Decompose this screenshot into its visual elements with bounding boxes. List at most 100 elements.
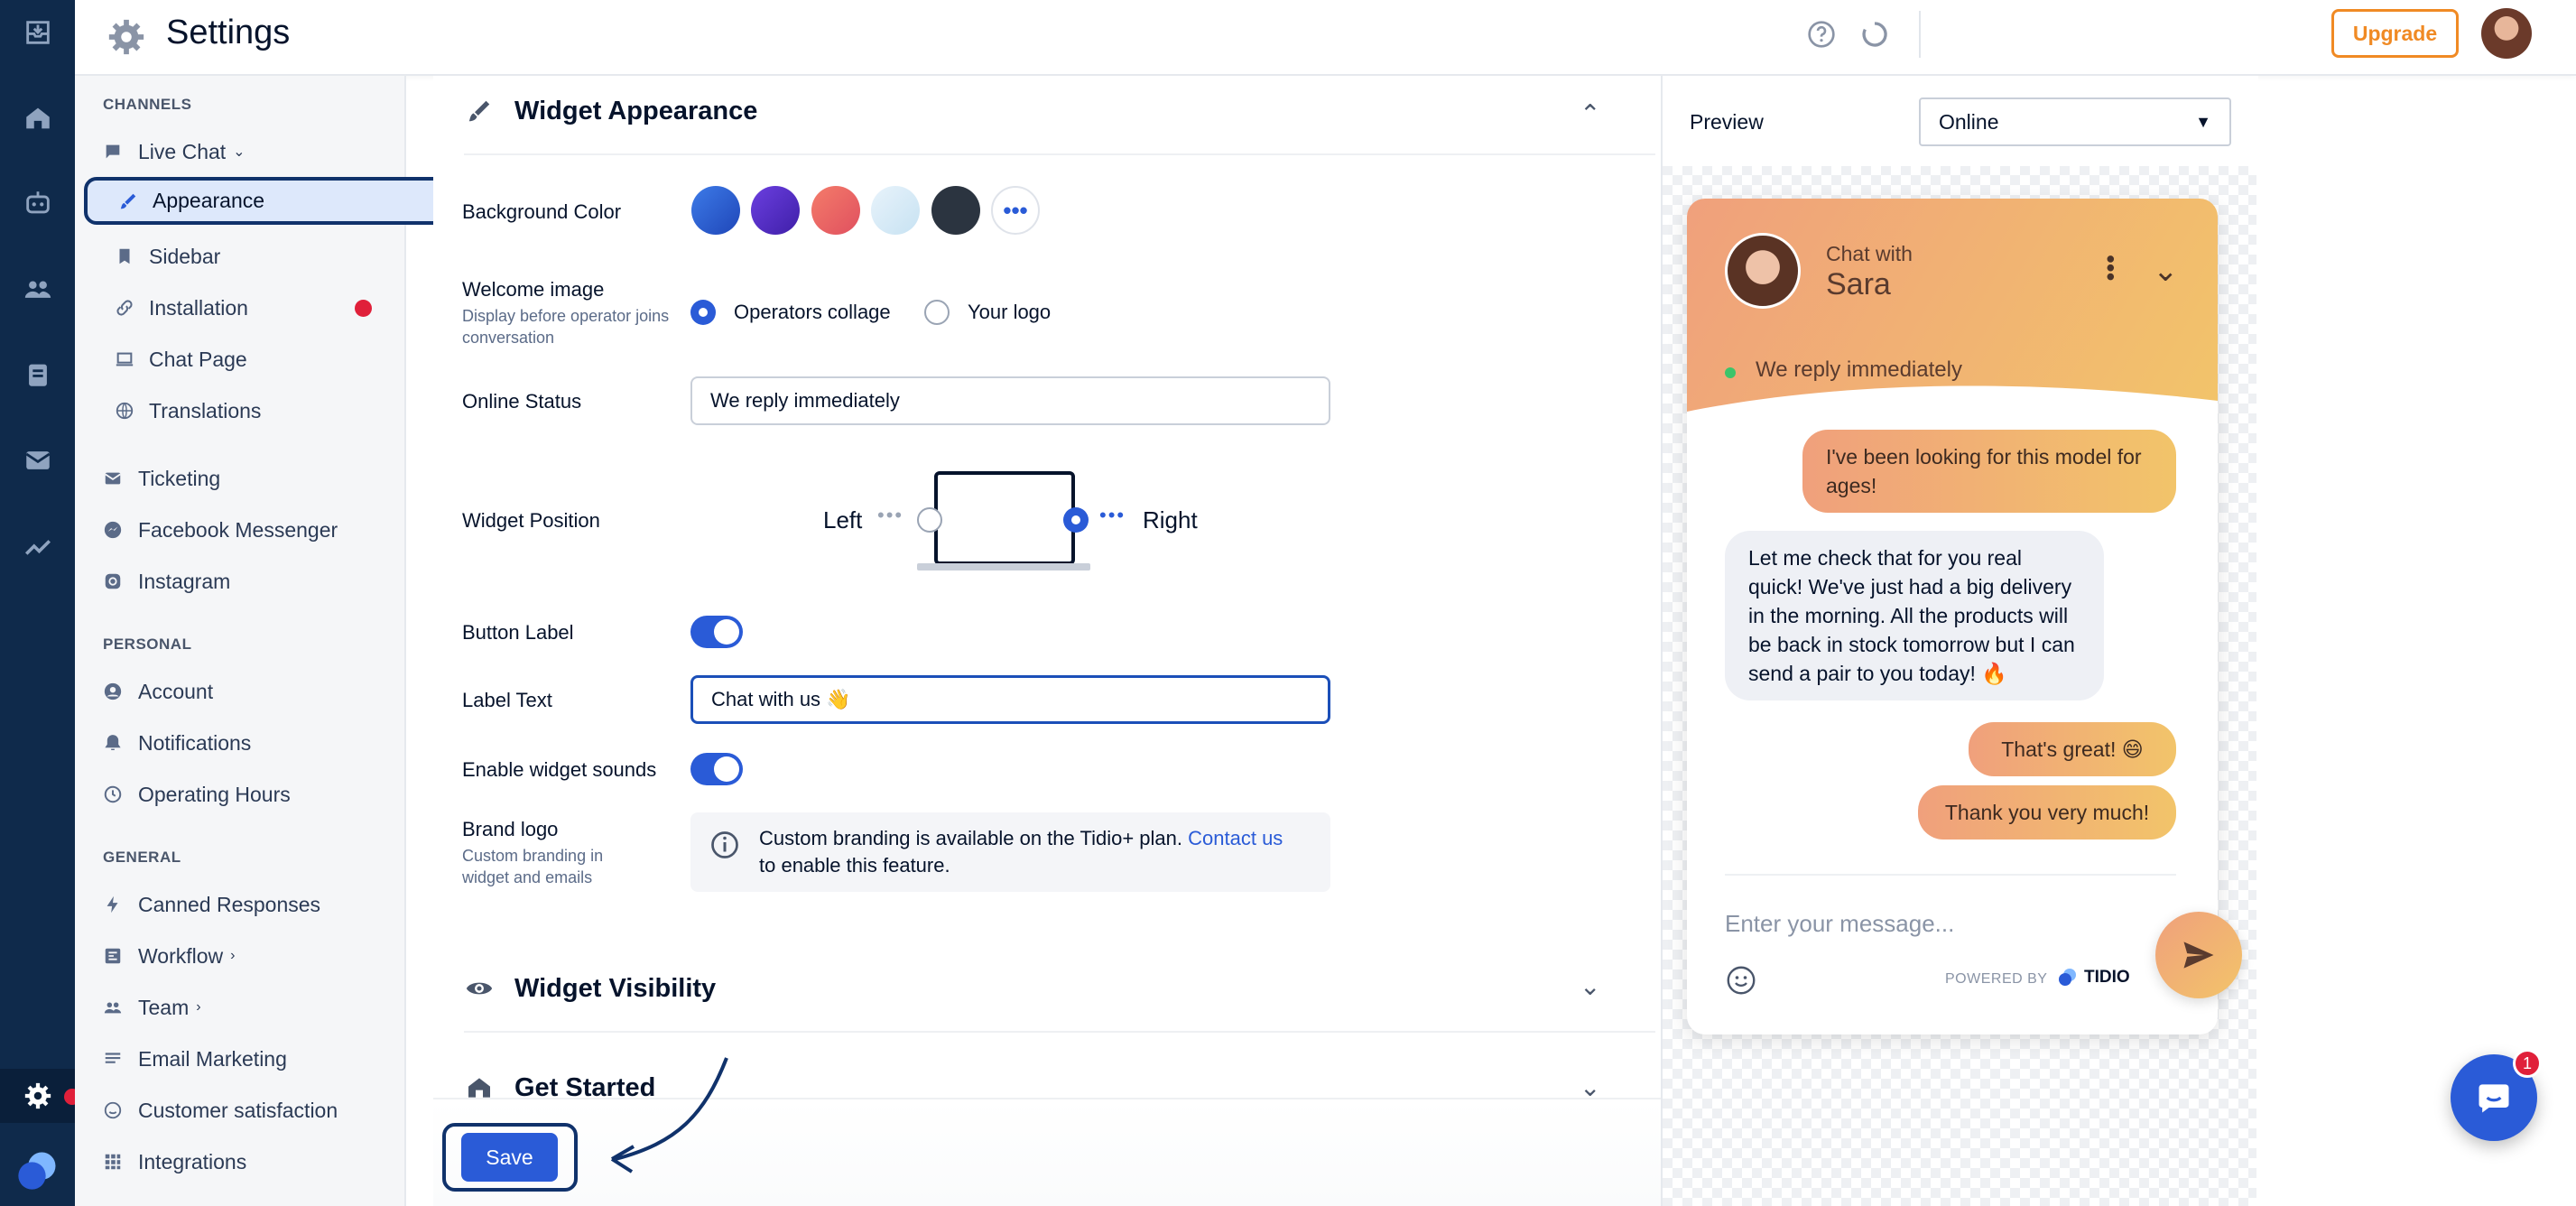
button-label-toggle[interactable] <box>690 616 743 648</box>
send-button[interactable] <box>2155 912 2242 998</box>
page-title: Settings <box>166 14 291 51</box>
chat-widget-preview: Chat with Sara ••• ⌄ We reply immediatel… <box>1687 199 2218 1034</box>
sidebar-item-account[interactable]: Account <box>103 672 213 711</box>
sidebar-item-team[interactable]: Team › <box>103 988 201 1027</box>
upgrade-button[interactable]: Upgrade <box>2331 9 2459 58</box>
messenger-icon <box>103 520 123 540</box>
bookmark-icon <box>115 246 134 266</box>
nav-rail <box>0 0 80 1206</box>
widget-visibility-header[interactable]: Widget Visibility <box>464 973 716 1004</box>
help-circle-icon[interactable] <box>1807 20 1836 49</box>
radio-your-logo[interactable] <box>924 300 950 325</box>
sidebar-item-chat-page[interactable]: Chat Page <box>115 339 247 379</box>
radio-position-left[interactable] <box>917 507 942 533</box>
color-swatch-blue[interactable] <box>691 186 740 235</box>
preview-label: Preview <box>1690 110 1764 134</box>
tickets-icon[interactable] <box>0 348 75 402</box>
online-dot <box>1725 367 1736 378</box>
smile-icon <box>103 1100 123 1120</box>
sidebar-item-facebook[interactable]: Facebook Messenger <box>103 510 338 550</box>
color-swatch-light-blue[interactable] <box>871 186 920 235</box>
welcome-image-label: Welcome image Display before operator jo… <box>462 278 670 347</box>
position-laptop-base <box>917 563 1090 571</box>
background-color-label: Background Color <box>462 200 622 223</box>
visitors-icon[interactable] <box>0 262 75 316</box>
analytics-icon[interactable] <box>0 519 75 573</box>
color-swatch-purple[interactable] <box>751 186 800 235</box>
kebab-menu-icon[interactable]: ••• <box>2097 255 2125 281</box>
sidebar-item-live-chat[interactable]: Live Chat ⌄ <box>103 132 246 172</box>
color-swatch-dark[interactable] <box>931 186 980 235</box>
online-status-label: Online Status <box>462 390 582 413</box>
position-right-label: Right <box>1143 506 1198 533</box>
save-button[interactable]: Save <box>461 1133 558 1182</box>
sidebar-item-translations[interactable]: Translations <box>115 391 261 431</box>
chevron-down-icon: ⌄ <box>233 144 246 160</box>
label-text-input[interactable]: Chat with us 👋 <box>690 675 1330 724</box>
bell-icon <box>103 733 123 753</box>
header-divider <box>1919 11 1921 58</box>
chevron-up-icon[interactable]: ⌄ <box>1580 97 1600 127</box>
arrow-annotation <box>610 1057 728 1174</box>
send-icon <box>2183 942 2214 969</box>
radio-position-right[interactable] <box>1063 507 1089 533</box>
preview-header: Preview Online ▼ <box>1663 76 2258 166</box>
sidebar-item-customer-satisfaction[interactable]: Customer satisfaction <box>103 1090 338 1130</box>
brush-icon <box>118 191 138 211</box>
sidebar-item-appearance[interactable]: Appearance <box>84 177 467 225</box>
emoji-icon[interactable] <box>1725 964 1757 997</box>
sidebar-item-workflow[interactable]: Workflow › <box>103 936 235 976</box>
gear-icon[interactable] <box>0 1069 80 1123</box>
operator-name: Sara <box>1826 267 1891 302</box>
bot-icon[interactable] <box>0 176 75 230</box>
contact-us-link[interactable]: Contact us <box>1188 827 1283 849</box>
label-text-label: Label Text <box>462 689 552 711</box>
chevron-down-icon[interactable]: ⌄ <box>2153 253 2179 289</box>
color-swatch-coral[interactable] <box>811 186 860 235</box>
reply-status-text: We reply immediately <box>1756 357 1962 382</box>
mail-icon[interactable] <box>0 433 75 487</box>
info-icon <box>709 829 741 861</box>
settings-content: Widget Appearance ⌄ Background Color •••… <box>433 76 1661 1206</box>
sidebar-item-notifications[interactable]: Notifications <box>103 723 251 763</box>
more-colors-button[interactable]: ••• <box>991 186 1040 235</box>
chevron-right-icon: › <box>230 948 236 963</box>
avatar[interactable] <box>2481 8 2532 59</box>
sounds-label: Enable widget sounds <box>462 758 657 781</box>
installation-alert-dot <box>355 300 372 317</box>
sounds-toggle[interactable] <box>690 753 743 785</box>
chat-bubble-icon <box>103 142 123 162</box>
online-status-input[interactable]: We reply immediately <box>690 376 1330 425</box>
globe-icon <box>115 401 134 421</box>
sidebar-item-integrations[interactable]: Integrations <box>103 1142 246 1182</box>
radio-operators-collage[interactable] <box>690 300 716 325</box>
sidebar-item-instagram[interactable]: Instagram <box>103 561 230 601</box>
divider <box>1725 874 2176 876</box>
sidebar-item-canned-responses[interactable]: Canned Responses <box>103 885 320 924</box>
sidebar-item-installation[interactable]: Installation <box>115 288 248 328</box>
sidebar-item-sidebar[interactable]: Sidebar <box>115 237 220 276</box>
section-heading-general: GENERAL <box>103 849 181 866</box>
sidebar-item-ticketing[interactable]: Ticketing <box>103 459 220 498</box>
chevron-down-icon[interactable]: ⌄ <box>1580 971 1600 1001</box>
divider <box>464 153 1655 155</box>
widget-header: Chat with Sara ••• ⌄ We reply immediatel… <box>1687 199 2218 421</box>
section-heading-personal: PERSONAL <box>103 635 192 653</box>
clock-icon <box>103 784 123 804</box>
message-input[interactable]: Enter your message... <box>1725 910 1954 938</box>
chat-bubble-icon <box>2479 1084 2509 1113</box>
sidebar-item-operating-hours[interactable]: Operating Hours <box>103 775 291 814</box>
message-bubble-operator: Let me check that for you real quick! We… <box>1725 531 2104 700</box>
position-left-label: Left <box>823 506 863 533</box>
inbox-icon[interactable] <box>0 5 75 60</box>
grid-icon <box>103 1152 123 1172</box>
option-your-logo-label: Your logo <box>968 301 1052 323</box>
top-bar: Settings Upgrade <box>75 0 2576 76</box>
preview-status-select[interactable]: Online ▼ <box>1919 97 2231 146</box>
chat-unread-badge: 1 <box>2513 1049 2542 1078</box>
home-icon[interactable] <box>0 91 75 145</box>
option-operators-collage-label: Operators collage <box>734 301 891 323</box>
widget-appearance-header[interactable]: Widget Appearance <box>464 96 757 126</box>
operator-avatar <box>1725 233 1801 309</box>
sidebar-item-email-marketing[interactable]: Email Marketing <box>103 1039 287 1079</box>
